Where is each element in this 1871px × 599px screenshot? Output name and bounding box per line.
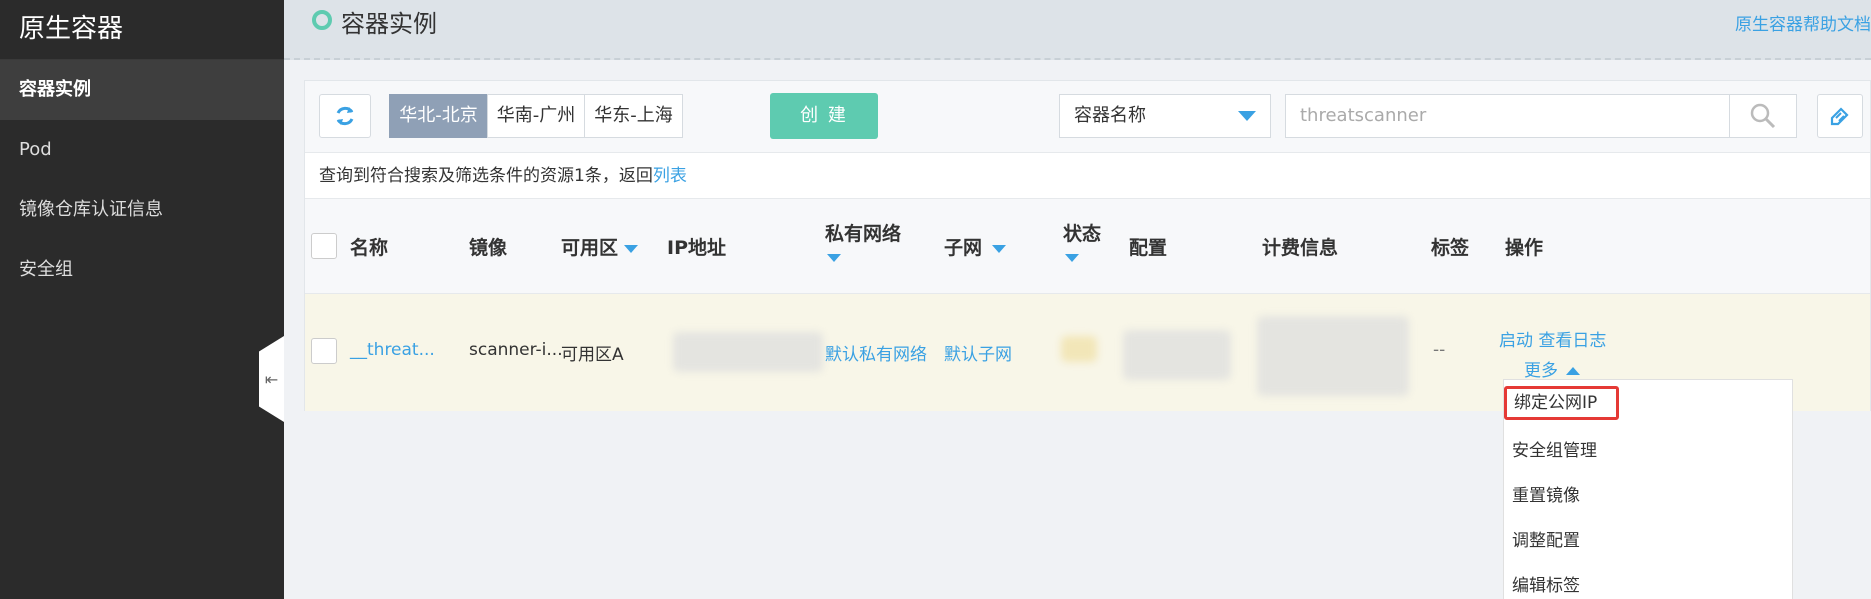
th-status-label: 状态	[1063, 223, 1102, 245]
th-actions: 操作	[1505, 237, 1544, 259]
th-status[interactable]: 状态	[1063, 219, 1101, 268]
row-tags: --	[1433, 340, 1446, 360]
th-name: 名称	[350, 237, 389, 259]
more-actions-menu: 绑定公网IP 安全组管理 重置镜像 调整配置 编辑标签	[1503, 379, 1793, 599]
search-input[interactable]: threatscanner	[1285, 94, 1730, 138]
status-dot-icon	[312, 10, 332, 30]
row-subnet-link[interactable]: 默认子网	[944, 340, 1012, 365]
menu-item-resize[interactable]: 调整配置	[1512, 526, 1580, 551]
th-subnet[interactable]: 子网	[944, 233, 1007, 260]
ip-redacted	[673, 332, 823, 372]
refresh-icon	[336, 106, 354, 126]
chevron-down-icon	[1238, 111, 1256, 121]
row-checkbox[interactable]	[311, 338, 337, 364]
th-zone-label: 可用区	[561, 237, 619, 259]
page-title: 容器实例	[341, 10, 437, 38]
select-all-checkbox[interactable]	[311, 233, 337, 259]
th-tags: 标签	[1431, 237, 1470, 259]
sidebar-brand: 原生容器	[0, 0, 284, 60]
billing-redacted	[1257, 316, 1409, 396]
start-action[interactable]: 启动	[1499, 331, 1533, 351]
config-redacted	[1123, 330, 1231, 380]
th-zone[interactable]: 可用区	[561, 233, 639, 260]
table-header: 名称 镜像 可用区 IP地址 私有网络 子网 状态 配置 计费信息 标签 操作	[305, 199, 1870, 294]
th-vpc-label: 私有网络	[825, 223, 902, 245]
filter-down-icon	[624, 244, 639, 253]
row-image: scanner-i...	[469, 340, 563, 360]
row-name-link[interactable]: __threat...	[350, 340, 435, 360]
search-icon	[1750, 103, 1776, 129]
row-zone: 可用区A	[561, 345, 624, 365]
result-summary: 查询到符合搜索及筛选条件的资源1条，返回列表	[305, 153, 1870, 199]
filter-down-icon	[992, 244, 1007, 253]
th-subnet-label: 子网	[944, 237, 983, 259]
toolbar: 华北-北京 华南-广州 华东-上海 创 建 容器名称 threatscanner	[305, 81, 1870, 153]
filter-down-icon	[1065, 253, 1079, 262]
menu-item-reset-image[interactable]: 重置镜像	[1512, 481, 1580, 506]
status-redacted	[1061, 336, 1097, 362]
view-logs-action[interactable]: 查看日志	[1538, 331, 1606, 351]
row-vpc-link[interactable]: 默认私有网络	[825, 340, 927, 365]
sidebar-item-pod[interactable]: Pod	[0, 120, 284, 180]
instance-panel: 华北-北京 华南-广州 华东-上海 创 建 容器名称 threatscanner…	[304, 80, 1871, 411]
sidebar-item-container-instances[interactable]: 容器实例	[0, 60, 284, 120]
th-ip: IP地址	[667, 237, 726, 259]
filter-down-icon	[827, 253, 841, 262]
th-image: 镜像	[469, 237, 508, 259]
th-config: 配置	[1129, 237, 1168, 259]
edit-button[interactable]	[1817, 94, 1863, 138]
more-actions-label: 更多	[1524, 361, 1558, 381]
region-tab-guangzhou[interactable]: 华南-广州	[487, 94, 585, 138]
tag-edit-icon	[1830, 107, 1849, 126]
filter-select-value: 容器名称	[1074, 105, 1146, 126]
chevron-up-icon	[1566, 367, 1581, 375]
back-to-list-link[interactable]: 列表	[653, 166, 687, 186]
region-tab-shanghai[interactable]: 华东-上海	[584, 94, 683, 138]
help-doc-link[interactable]: 原生容器帮助文档	[1735, 10, 1871, 35]
filter-select[interactable]: 容器名称	[1059, 94, 1271, 138]
th-vpc[interactable]: 私有网络	[825, 219, 901, 268]
sidebar: 原生容器 容器实例 Pod 镜像仓库认证信息 安全组	[0, 0, 284, 599]
refresh-button[interactable]	[319, 94, 371, 138]
sidebar-item-registry-auth[interactable]: 镜像仓库认证信息	[0, 180, 284, 240]
sidebar-item-security-group[interactable]: 安全组	[0, 240, 284, 300]
result-text: 查询到符合搜索及筛选条件的资源1条，返回	[319, 166, 653, 186]
menu-item-bind-public-ip[interactable]: 绑定公网IP	[1504, 386, 1619, 420]
th-billing: 计费信息	[1262, 237, 1339, 259]
row-actions: 启动 查看日志	[1499, 326, 1606, 351]
more-actions-toggle[interactable]: 更多	[1524, 356, 1581, 381]
region-tab-beijing[interactable]: 华北-北京	[389, 94, 488, 138]
menu-item-edit-tags[interactable]: 编辑标签	[1512, 571, 1580, 596]
search-button[interactable]	[1729, 94, 1797, 138]
create-button[interactable]: 创 建	[770, 93, 878, 139]
page-header: 容器实例 原生容器帮助文档	[284, 0, 1871, 60]
menu-item-security-group[interactable]: 安全组管理	[1512, 436, 1597, 461]
